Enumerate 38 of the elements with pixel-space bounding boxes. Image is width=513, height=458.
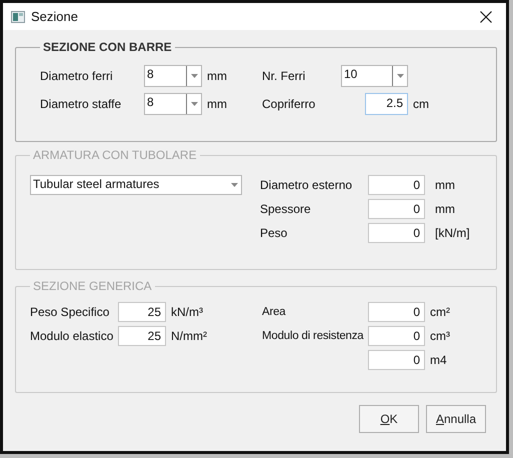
unit-label: m4 (430, 353, 447, 367)
field-label: Modulo di resistenza (262, 330, 365, 342)
field-label: Peso (260, 226, 288, 240)
field-label: Diametro esterno (260, 178, 354, 192)
unit-label: cm² (430, 305, 450, 319)
caret-icon (396, 74, 404, 78)
window-title: Sezione (31, 9, 79, 24)
close-icon[interactable] (480, 10, 492, 22)
field-label: Diametro ferri (40, 69, 114, 83)
field-label: Peso Specifico (30, 305, 110, 319)
unit-label: [kN/m] (435, 226, 470, 240)
unit-label: N/mm² (171, 329, 207, 343)
unit-label: mm (435, 202, 455, 216)
caret-icon (190, 102, 198, 106)
window-icon (11, 10, 25, 22)
field-label: Copriferro (262, 97, 316, 111)
dropdown[interactable]: 10 (341, 65, 408, 87)
field-label: Nr. Ferri (262, 69, 306, 83)
unit-label: cm³ (430, 329, 450, 343)
field-label: Modulo elastico (30, 329, 114, 343)
unit-label: mm (207, 97, 227, 111)
group-title: SEZIONE GENERICA (32, 279, 153, 293)
field-label: Diametro staffe (40, 97, 122, 111)
group-title: ARMATURA CON TUBOLARE (32, 148, 198, 162)
caret-icon (190, 74, 198, 78)
field-label: Area (262, 306, 287, 318)
unit-label: mm (207, 69, 227, 83)
input-field[interactable]: 2.5 (365, 93, 408, 115)
dialog-button[interactable]: Annulla (426, 405, 486, 433)
dropdown[interactable]: 8 (144, 93, 202, 115)
unit-label: cm (413, 97, 429, 111)
dialog-button[interactable]: OK (359, 405, 419, 433)
unit-label: mm (435, 178, 455, 192)
caret-icon (230, 183, 238, 187)
unit-label: kN/m³ (171, 305, 203, 319)
dropdown[interactable]: 8 (144, 65, 202, 87)
field-label: Spessore (260, 202, 312, 216)
group-title: SEZIONE CON BARRE (42, 40, 173, 54)
